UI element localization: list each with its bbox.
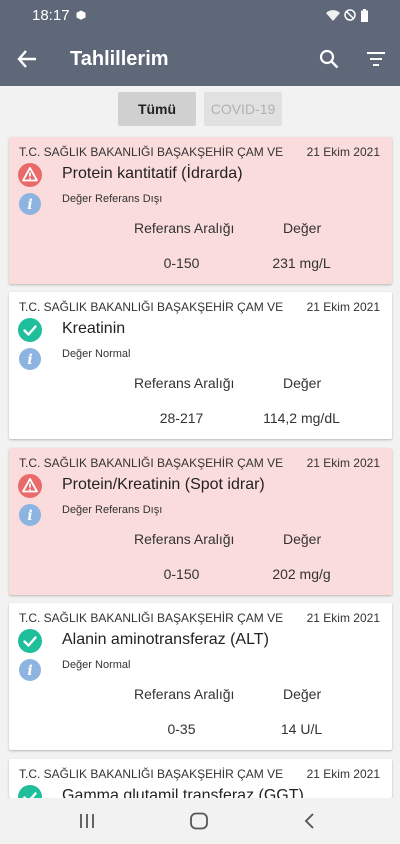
value-label: Değer — [283, 531, 322, 547]
check-icon — [18, 318, 42, 342]
reference-range-label: Referans Aralığı — [134, 375, 235, 391]
result-card[interactable]: T.C. SAĞLIK BAKANLIĞI BAŞAKŞEHİR ÇAM VE … — [9, 603, 392, 750]
result-value: 114,2 mg/dL — [263, 410, 340, 426]
test-name: Protein/Kreatinin (Spot idrar) — [62, 476, 265, 493]
result-status: Değer Referans Dışı — [62, 193, 163, 205]
check-icon — [18, 629, 42, 653]
value-label: Değer — [283, 375, 322, 391]
result-date: 21 Ekim 2021 — [306, 300, 380, 314]
app-bar: Tahlillerim — [0, 32, 400, 86]
result-date: 21 Ekim 2021 — [306, 145, 380, 159]
svg-text:i: i — [27, 352, 32, 368]
result-status: Değer Normal — [62, 659, 131, 671]
tab-covid-19[interactable]: COVID-19 — [204, 92, 282, 126]
wifi-icon — [326, 10, 340, 21]
result-card[interactable]: T.C. SAĞLIK BAKANLIĞI BAŞAKŞEHİR ÇAM VE … — [9, 448, 392, 595]
warning-icon — [18, 474, 42, 498]
filter-icon[interactable] — [366, 50, 386, 68]
test-name: Kreatinin — [62, 320, 126, 337]
reference-range-label: Referans Aralığı — [134, 531, 235, 547]
info-icon[interactable]: i — [18, 658, 42, 682]
status-bar: 18:17 — [0, 0, 400, 32]
page-title: Tahlillerim — [70, 48, 169, 70]
test-name: Protein kantitatif (İdrarda) — [62, 165, 243, 182]
institution-name: T.C. SAĞLIK BAKANLIĞI BAŞAKŞEHİR ÇAM VE — [19, 145, 284, 159]
info-icon[interactable]: i — [18, 192, 42, 216]
home-icon[interactable] — [189, 812, 209, 830]
test-name: Alanin aminotransferaz (ALT) — [62, 631, 269, 648]
reference-range-value: 0-35 — [167, 721, 196, 737]
result-card[interactable]: T.C. SAĞLIK BAKANLIĞI BAŞAKŞEHİR ÇAM VE … — [9, 759, 392, 798]
institution-name: T.C. SAĞLIK BAKANLIĞI BAŞAKŞEHİR ÇAM VE — [19, 611, 284, 625]
institution-name: T.C. SAĞLIK BAKANLIĞI BAŞAKŞEHİR ÇAM VE — [19, 767, 284, 781]
institution-name: T.C. SAĞLIK BAKANLIĞI BAŞAKŞEHİR ÇAM VE — [19, 456, 284, 470]
package-icon — [76, 10, 86, 20]
info-icon[interactable]: i — [18, 347, 42, 371]
test-name: Gamma glutamil transferaz (GGT) — [62, 787, 304, 798]
result-value: 14 U/L — [280, 721, 323, 737]
reference-range-value: 28-217 — [159, 410, 204, 426]
result-value: 231 mg/L — [272, 255, 331, 271]
result-date: 21 Ekim 2021 — [306, 456, 380, 470]
result-card[interactable]: T.C. SAĞLIK BAKANLIĞI BAŞAKŞEHİR ÇAM VE … — [9, 292, 392, 439]
reference-range-label: Referans Aralığı — [134, 686, 235, 702]
check-icon — [18, 785, 42, 798]
result-date: 21 Ekim 2021 — [306, 611, 380, 625]
tab-all[interactable]: Tümü — [118, 92, 196, 126]
battery-icon — [361, 9, 368, 22]
result-status: Değer Referans Dışı — [62, 504, 163, 516]
svg-text:i: i — [27, 663, 32, 679]
result-value: 202 mg/g — [272, 566, 331, 582]
do-not-disturb-icon — [344, 9, 356, 21]
reference-range-value: 0-150 — [163, 566, 200, 582]
back-arrow-icon[interactable] — [16, 48, 38, 70]
reference-range-label: Referans Aralığı — [134, 220, 235, 236]
result-status: Değer Normal — [62, 348, 131, 360]
institution-name: T.C. SAĞLIK BAKANLIĞI BAŞAKŞEHİR ÇAM VE — [19, 300, 284, 314]
search-icon[interactable] — [319, 49, 339, 69]
value-label: Değer — [283, 220, 322, 236]
svg-text:i: i — [27, 508, 32, 524]
result-card[interactable]: T.C. SAĞLIK BAKANLIĞI BAŞAKŞEHİR ÇAM VE … — [9, 137, 392, 284]
svg-text:i: i — [27, 197, 32, 213]
info-icon[interactable]: i — [18, 503, 42, 527]
back-nav-icon[interactable] — [302, 812, 316, 830]
system-nav-bar — [0, 798, 400, 844]
recent-apps-icon[interactable] — [78, 812, 96, 830]
status-time: 18:17 — [32, 7, 70, 24]
warning-icon — [18, 163, 42, 187]
result-date: 21 Ekim 2021 — [306, 767, 380, 781]
filter-bar: Tümü COVID-19 — [0, 86, 400, 132]
value-label: Değer — [283, 686, 322, 702]
reference-range-value: 0-150 — [163, 255, 200, 271]
